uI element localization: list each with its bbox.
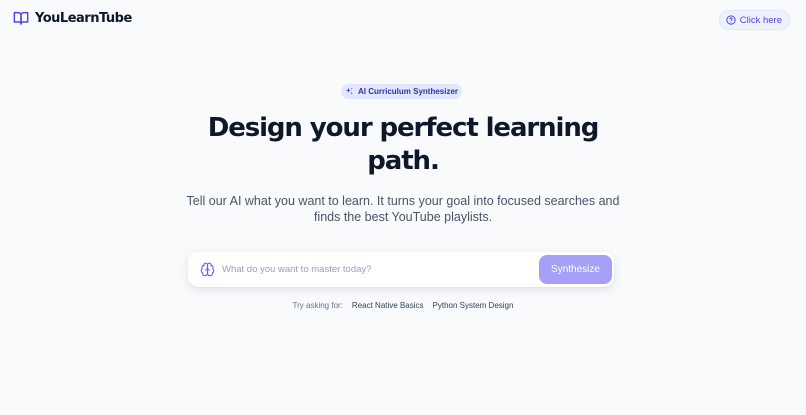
suggestion-chip[interactable]: React Native Basics: [352, 301, 424, 310]
help-button[interactable]: Click here: [718, 10, 790, 30]
suggestion-chip[interactable]: Python System Design: [433, 301, 514, 310]
suggestions-row: Try asking for: React Native Basics Pyth…: [0, 301, 806, 310]
page-title-line-2: path.: [367, 146, 440, 176]
synthesize-button[interactable]: Synthesize: [539, 255, 612, 284]
brand-name: YouLearnTube: [35, 10, 132, 26]
search-bar: Synthesize: [188, 252, 614, 287]
suggestions-label: Try asking for:: [292, 301, 343, 310]
brain-icon: [200, 262, 215, 277]
question-circle-icon: [726, 15, 736, 25]
page: YouLearnTube Click here AI Curriculum Sy…: [0, 0, 806, 415]
page-title-line-1: Design your perfect learning: [207, 113, 600, 143]
page-subtitle: Tell our AI what you want to learn. It t…: [186, 194, 620, 224]
search-input[interactable]: [222, 261, 522, 278]
open-book-icon: [13, 10, 29, 26]
feature-badge-label: AI Curriculum Synthesizer: [357, 87, 459, 96]
brand-logo-link[interactable]: YouLearnTube: [13, 10, 132, 26]
page-title: Design your perfect learning path.: [203, 112, 603, 178]
feature-badge: AI Curriculum Synthesizer: [341, 84, 462, 99]
help-button-label: Click here: [739, 14, 782, 26]
sparkles-icon: [345, 87, 354, 96]
